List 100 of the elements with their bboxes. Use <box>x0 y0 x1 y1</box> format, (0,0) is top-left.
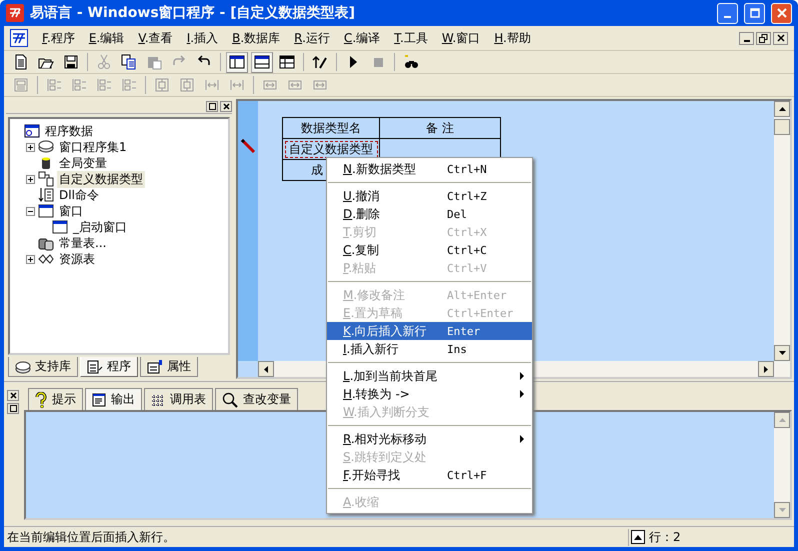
panel-tab[interactable]: 属性 <box>140 357 198 377</box>
plus-icon <box>27 144 34 150</box>
paste-icon <box>146 54 162 70</box>
scrollbar-thumb[interactable] <box>774 119 790 135</box>
space-icon <box>204 77 220 93</box>
left-arrow-icon <box>264 366 268 372</box>
menu-item[interactable]: I.插入新行 Ins <box>327 340 532 358</box>
menu-item[interactable]: B.数据库 <box>232 30 280 46</box>
menu-item[interactable]: T.工具 <box>394 30 428 46</box>
close-icon <box>10 392 16 399</box>
align-icon <box>121 77 137 93</box>
submenu-arrow-icon <box>520 372 524 380</box>
collapse-toggle[interactable] <box>26 206 35 216</box>
panel-left-icon <box>229 54 245 70</box>
up-arrow-icon <box>778 418 786 422</box>
panel-tab[interactable]: 程序 <box>80 357 138 377</box>
window-icon <box>38 203 54 219</box>
maximize-icon <box>208 102 216 110</box>
submenu-arrow-icon <box>520 390 524 398</box>
space-icon <box>229 77 245 93</box>
center-icon <box>179 77 195 93</box>
toolbar-button[interactable] <box>251 52 273 72</box>
close-icon <box>776 34 784 42</box>
close-icon <box>776 8 786 18</box>
column-header: 备 注 <box>380 118 500 138</box>
box-icon <box>13 77 29 93</box>
toolbar-button[interactable] <box>226 52 248 72</box>
tree-item[interactable]: 常量表... <box>57 234 108 252</box>
menu-item[interactable]: R.运行 <box>294 30 330 46</box>
menu-item[interactable]: C.复制 Ctrl+C <box>327 241 532 259</box>
menu-item[interactable]: K.向后插入新行 Enter <box>327 322 532 340</box>
cut-icon <box>96 54 112 70</box>
tree-item[interactable]: 程序数据 <box>43 122 95 140</box>
close-button[interactable] <box>773 32 788 44</box>
center-icon <box>154 77 170 93</box>
menu-item[interactable]: R.相对光标移动 <box>327 430 532 448</box>
maximize-button[interactable] <box>7 403 19 414</box>
tree-item[interactable]: 窗口 <box>57 202 85 220</box>
menu-item[interactable]: D.删除 Del <box>327 205 532 223</box>
copy-icon <box>121 54 137 70</box>
maximize-button[interactable] <box>206 100 218 112</box>
align-icon <box>96 77 112 93</box>
minimize-button[interactable] <box>739 32 754 44</box>
document-icon <box>87 360 103 374</box>
menu-item[interactable]: L.加到当前块首尾 <box>327 367 532 385</box>
app-logo-icon <box>10 29 28 47</box>
menu-item[interactable]: U.撤消 Ctrl+Z <box>327 187 532 205</box>
maximize-icon <box>10 405 16 412</box>
maximize-icon <box>750 8 760 18</box>
expand-toggle[interactable] <box>26 174 35 184</box>
up-arrow-icon <box>778 107 786 111</box>
submenu-arrow-icon <box>520 435 524 443</box>
pencil-icon <box>241 139 255 153</box>
pen-icon <box>312 54 328 70</box>
tree-item[interactable]: 全局变量 <box>57 154 109 172</box>
tree-item[interactable]: 自定义数据类型 <box>57 170 145 188</box>
panel-tab[interactable]: 支持库 <box>8 357 78 377</box>
question-icon <box>35 392 47 408</box>
status-message: 在当前编辑位置后面插入新行。 <box>7 528 176 546</box>
column-header: 数据类型名 <box>282 118 380 138</box>
grid-icon <box>151 392 165 406</box>
expand-toggle[interactable] <box>26 142 35 152</box>
close-icon <box>222 102 230 110</box>
app-logo-icon <box>6 4 24 22</box>
close-button[interactable] <box>7 390 19 401</box>
scroll-right-button[interactable] <box>758 361 774 377</box>
properties-icon <box>147 360 163 374</box>
minimize-icon <box>724 16 731 18</box>
restore-icon <box>759 34 768 42</box>
menu-item[interactable]: C.编译 <box>344 30 380 46</box>
new-icon <box>13 54 29 70</box>
tree-item[interactable]: Dll命令 <box>57 186 101 204</box>
menu-item[interactable]: I.插入 <box>186 30 218 46</box>
menu-item[interactable]: H.转换为 -> <box>327 385 532 403</box>
document-icon <box>92 392 106 406</box>
panel-tab[interactable]: 查改变量 <box>215 388 298 410</box>
close-button[interactable] <box>220 100 232 112</box>
tree-item[interactable]: 窗口程序集1 <box>57 138 129 156</box>
panel-grid-icon <box>279 54 295 70</box>
scroll-down-button[interactable] <box>774 345 790 361</box>
menu-item[interactable]: H.帮助 <box>494 30 531 46</box>
restore-button[interactable] <box>756 32 771 44</box>
plus-icon <box>27 176 34 182</box>
panel-tab[interactable]: 调用表 <box>144 388 213 410</box>
scroll-up-button[interactable] <box>774 101 790 117</box>
panel-tab[interactable]: 输出 <box>85 388 142 410</box>
right-arrow-icon <box>764 366 768 372</box>
scroll-left-button[interactable] <box>258 361 274 377</box>
plus-icon <box>27 256 34 262</box>
menu-item[interactable]: F.程序 <box>42 30 75 46</box>
menu-item[interactable]: F.开始寻找 Ctrl+F <box>327 466 532 484</box>
expand-toggle[interactable] <box>26 254 35 264</box>
disks-icon <box>15 360 31 374</box>
menu-item[interactable]: E.编辑 <box>88 30 124 46</box>
tree-item[interactable]: _启动窗口 <box>71 218 129 236</box>
panel-tab[interactable]: 提示 <box>28 388 83 410</box>
down-arrow-icon <box>778 351 786 355</box>
menu-item[interactable]: W.窗口 <box>442 30 480 46</box>
tree-item[interactable]: 资源表 <box>57 250 97 268</box>
menu-item[interactable]: V.查看 <box>138 30 173 46</box>
